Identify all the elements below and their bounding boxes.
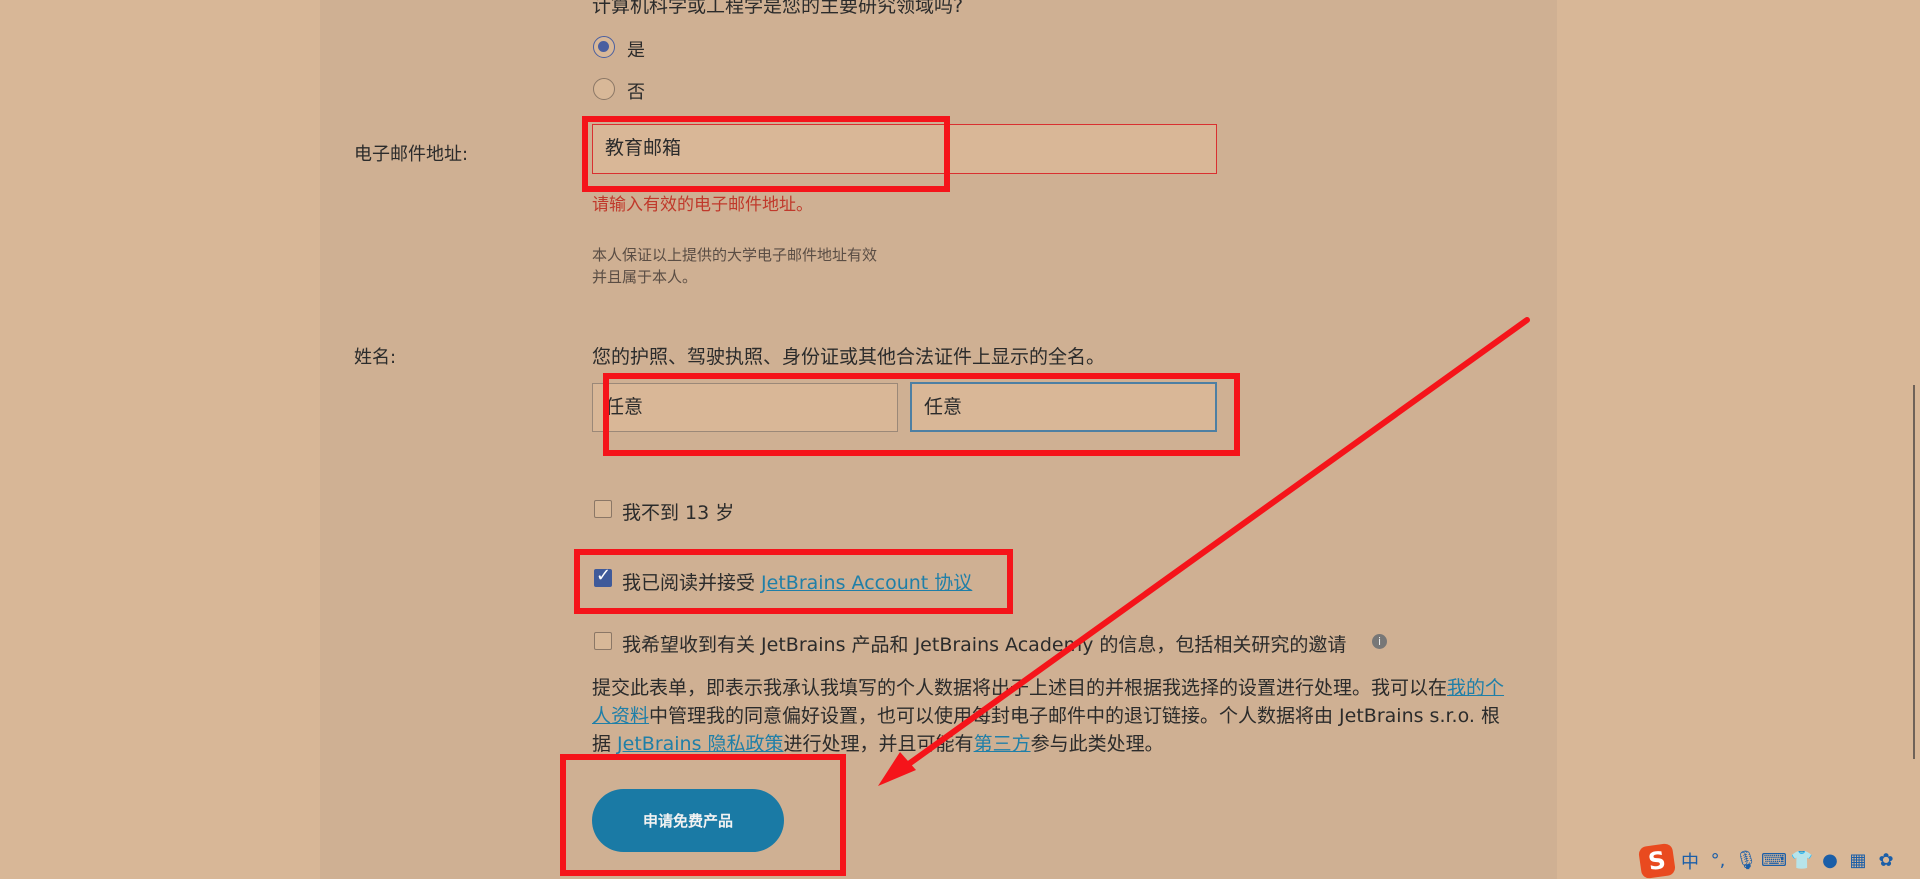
microphone-icon[interactable]: 🎙 xyxy=(1734,849,1758,873)
sogou-logo-icon[interactable]: S xyxy=(1637,842,1677,879)
ime-toolbar: S 中 °, 🎙 ⌨ 👕 ● ▦ ✿ xyxy=(1637,842,1898,879)
skin-icon[interactable]: 👕 xyxy=(1790,849,1814,873)
keyboard-icon[interactable]: ⌨ xyxy=(1761,849,1787,873)
settings-icon[interactable]: ✿ xyxy=(1874,849,1898,873)
annotation-arrow xyxy=(878,317,1530,786)
punctuation-icon[interactable]: °, xyxy=(1706,849,1730,873)
ime-lang[interactable]: 中 xyxy=(1678,849,1702,873)
scrollbar[interactable] xyxy=(1913,385,1915,759)
apps-grid-icon[interactable]: ▦ xyxy=(1846,849,1870,873)
chat-icon[interactable]: ● xyxy=(1818,849,1842,873)
